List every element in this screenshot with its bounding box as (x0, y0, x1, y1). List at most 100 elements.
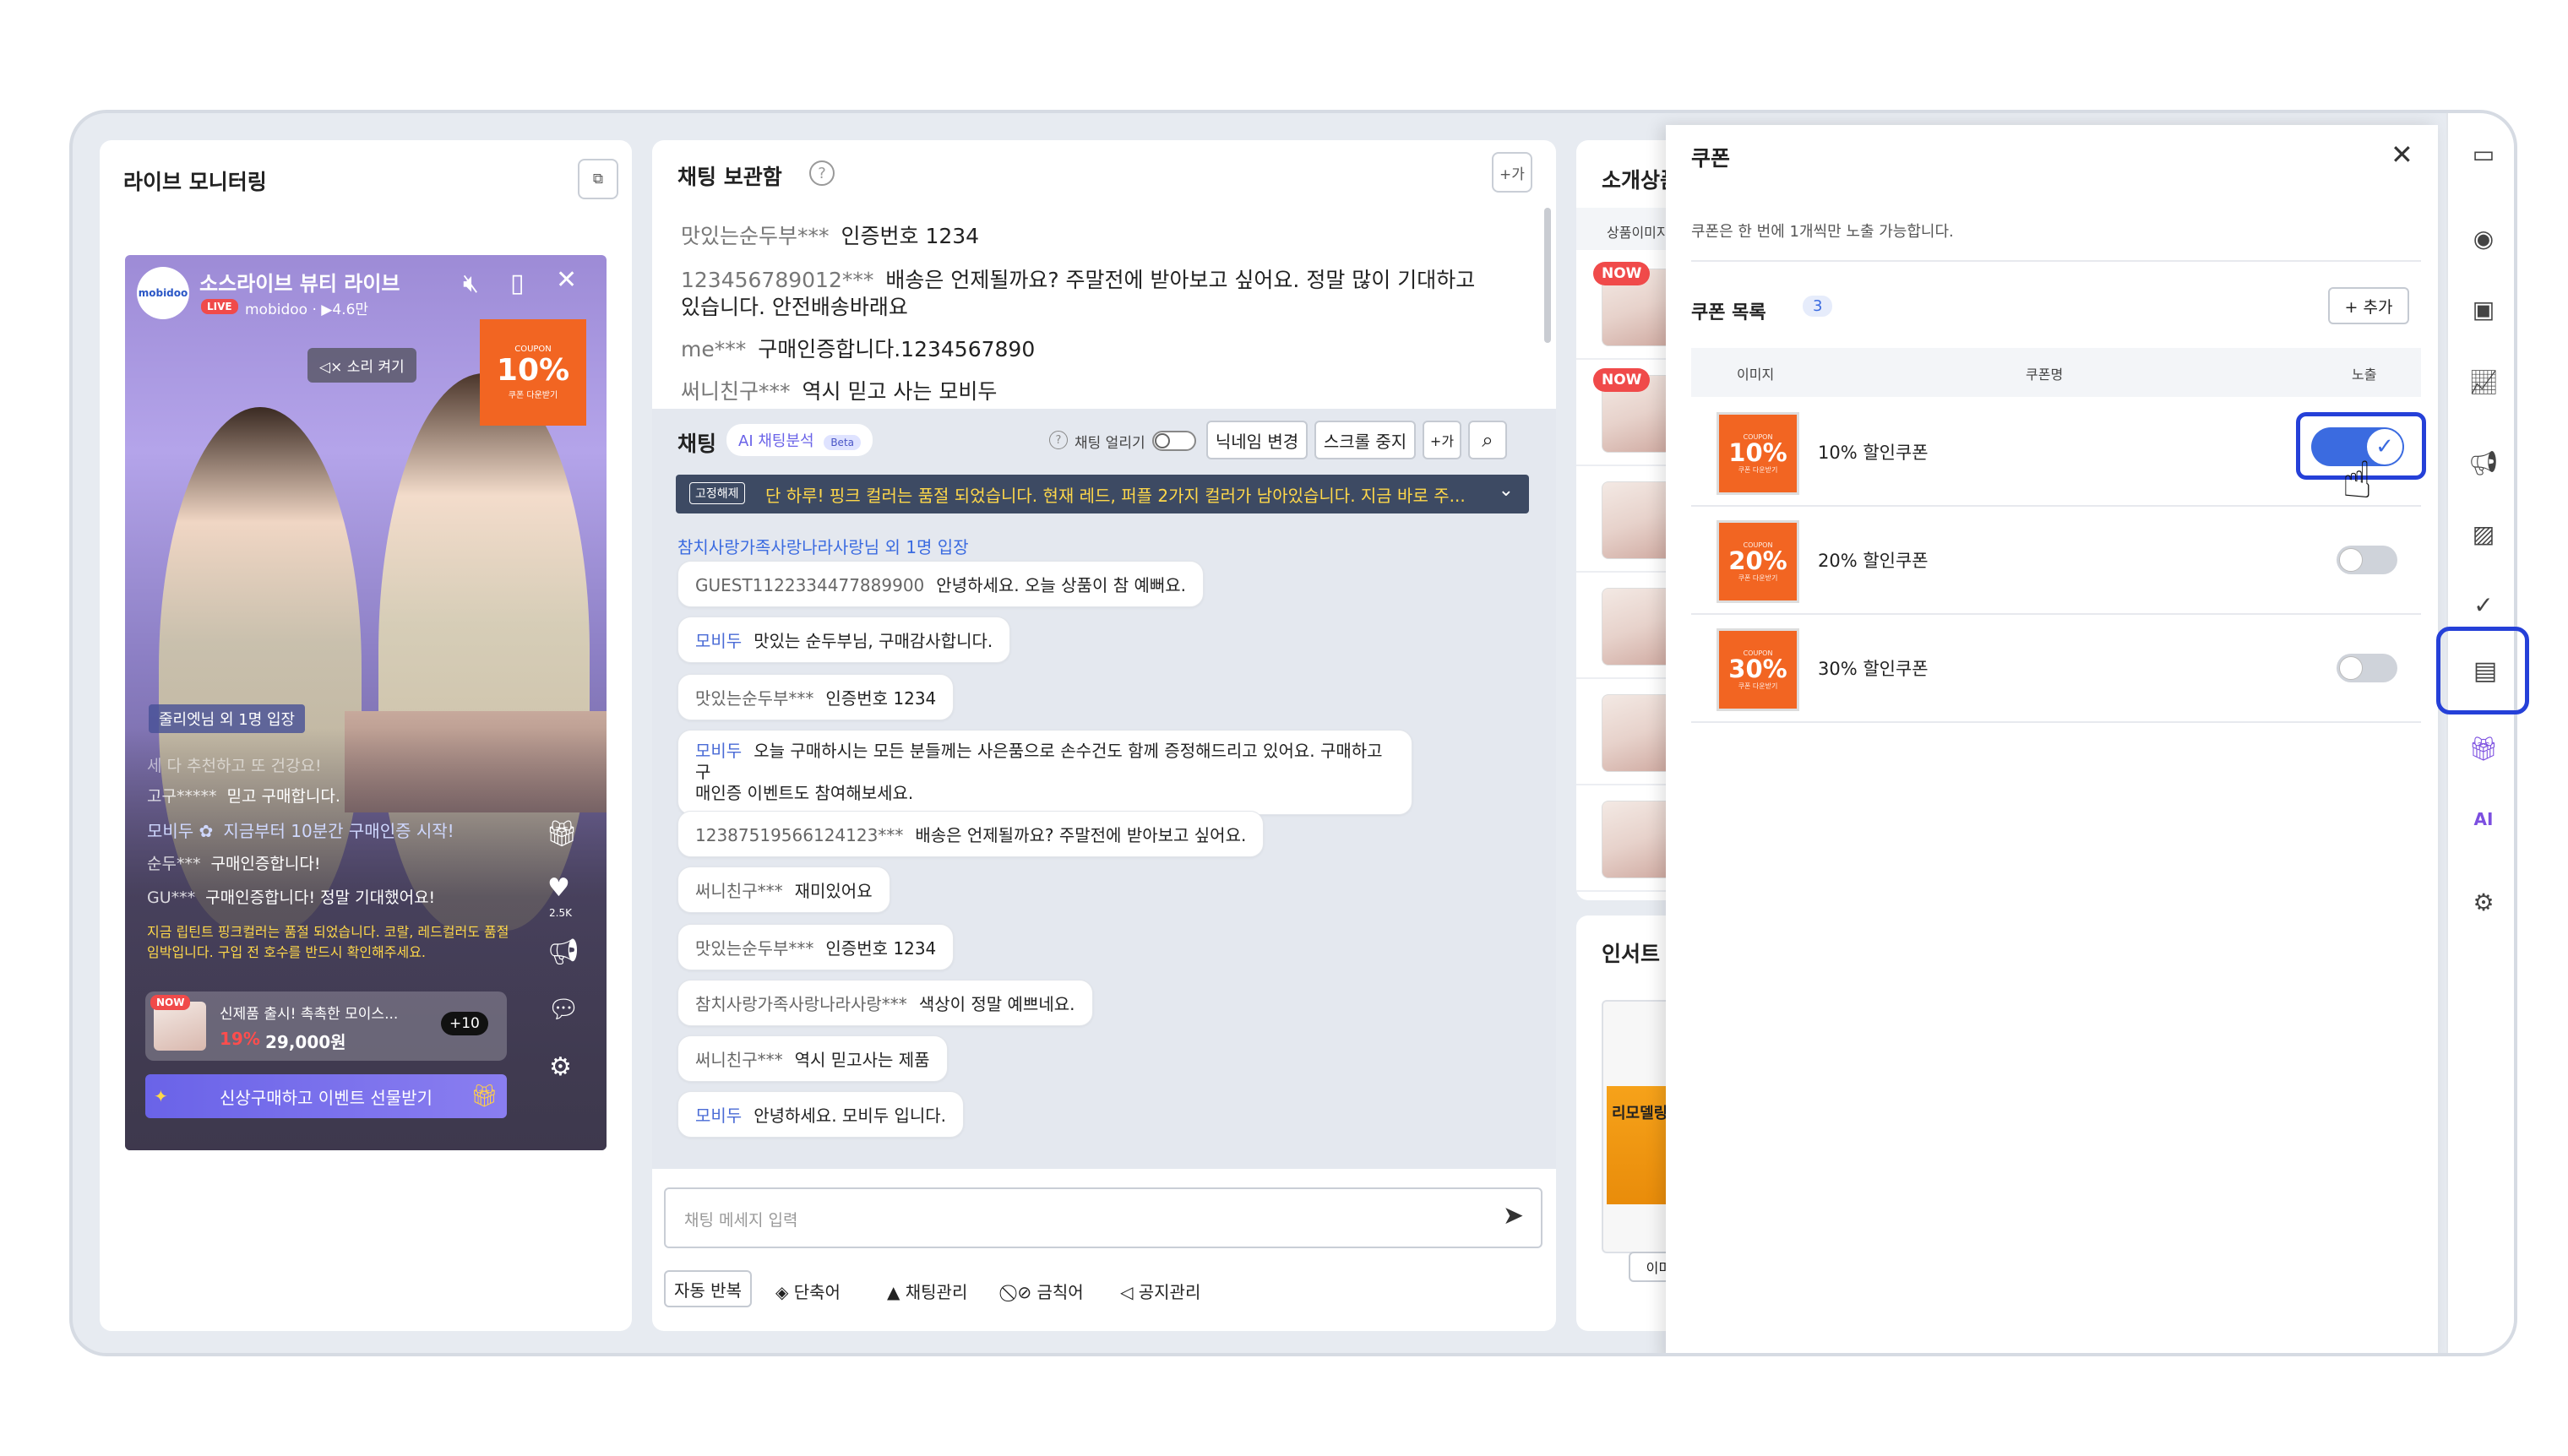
coupon-icon[interactable]: ▤ (2465, 654, 2505, 687)
chat-tool-notice[interactable]: ◁ 공지관리 (1120, 1279, 1200, 1303)
freeze-toggle[interactable] (1152, 431, 1196, 451)
chat-message[interactable]: 써니친구*** 재미있어요 (677, 867, 890, 913)
more-products-badge[interactable]: +10 (441, 1012, 488, 1035)
gift-icon[interactable]: 🎁︎ (546, 819, 578, 849)
pinned-text: 단 하루! 핑크 컬러는 품절 되었습니다. 현재 레드, 퍼플 2가지 컬러가… (765, 486, 1466, 506)
chevron-down-icon[interactable]: ⌄ (1499, 480, 1514, 501)
event-banner-label: 신상구매하고 이벤트 선물받기 (220, 1087, 433, 1108)
megaphone-icon[interactable]: 📢︎ (547, 937, 579, 967)
expose-toggle[interactable] (2337, 654, 2397, 682)
add-coupon-button[interactable]: + 추가 (2328, 287, 2409, 324)
gift-icon[interactable]: 🎁︎ (2467, 731, 2500, 765)
coupon-title: 쿠폰 (1691, 146, 1731, 171)
archive-line: 있습니다. 안전배송바래요 (681, 295, 908, 319)
chat-message[interactable]: 참치사랑가족사랑나라사랑*** 색상이 정말 예쁘네요. (677, 980, 1093, 1026)
chat-input-placeholder: 채팅 메세지 입력 (684, 1211, 798, 1230)
chat-message[interactable]: 써니친구*** 역시 믿고사는 제품 (677, 1035, 948, 1082)
heart-icon[interactable]: ♥ (547, 873, 570, 903)
send-icon[interactable]: ➤ (1503, 1201, 1524, 1231)
unpin-tag[interactable]: 고정해제 (689, 482, 745, 504)
settings-icon[interactable]: ⚙ (549, 1052, 572, 1082)
image-icon[interactable]: ▨ (2467, 517, 2500, 551)
expose-toggle[interactable] (2337, 546, 2397, 574)
archive-line: 맛있는순두부*** 인증번호 1234 (681, 224, 980, 248)
close-icon[interactable]: ✕ (2391, 139, 2413, 171)
sound-on-button[interactable]: ◁× 소리 켜기 (307, 348, 416, 383)
mute-icon[interactable]: 🔇︎ (463, 269, 479, 298)
manage-icon: ▲ (887, 1282, 906, 1302)
chat-tool-manage[interactable]: ▲ 채팅관리 (887, 1279, 967, 1303)
coupon-name: 10% 할인쿠폰 (1818, 443, 1929, 463)
coupon-overlay[interactable]: COUPON 10% 쿠폰 다운받기 (480, 319, 586, 426)
coupon-overlay-percent: 10% (496, 353, 570, 388)
settings-icon[interactable]: ⚙ (2467, 885, 2500, 919)
popout-icon[interactable]: ⧉ (578, 159, 618, 199)
chat-section: 채팅 AI 채팅분석 Beta ? 채팅 얼리기 닉네임 변경 스크롤 중지 +… (652, 409, 1556, 1169)
live-badge: LIVE (201, 299, 238, 314)
archive-scrollbar[interactable] (1544, 208, 1551, 343)
pinned-notice[interactable]: 고정해제 단 하루! 핑크 컬러는 품절 되었습니다. 현재 레드, 퍼플 2가… (676, 475, 1529, 513)
notice-icon: ◁ (1120, 1282, 1139, 1302)
live-video: mobidoo 소스라이브 뷰티 라이브 LIVE mobidoo · ▶4.6… (125, 255, 607, 1150)
chat-message[interactable]: 맛있는순두부*** 인증번호 1234 (677, 924, 955, 970)
close-icon[interactable]: ✕ (556, 265, 577, 295)
chat-message[interactable]: 모비두 맛있는 순두부님, 구매감사합니다. (677, 617, 1011, 663)
shortcut-icon: ◈ (775, 1282, 794, 1302)
chat-message[interactable]: GUEST1122334477889900 안녕하세요. 오늘 상품이 참 예뻐요… (677, 561, 1205, 607)
ban-icon: ⃠ ⊘ (1012, 1282, 1037, 1302)
channel-name: 소스라이브 뷰티 라이브 (199, 272, 400, 296)
freeze-help-icon: ? (1049, 431, 1068, 449)
event-banner[interactable]: ✦ 신상구매하고 이벤트 선물받기 🎁︎ (145, 1074, 507, 1118)
video-icon[interactable]: ▣ (2467, 292, 2500, 326)
broadcast-icon[interactable]: ◉ (2467, 221, 2500, 255)
coupon-name: 30% 할인쿠폰 (1818, 659, 1929, 679)
product-now-badge: NOW (150, 995, 191, 1010)
chat-archive-title: 채팅 보관함 (677, 165, 782, 189)
search-icon[interactable]: ⌕ (1468, 421, 1507, 459)
chat-title: 채팅 (677, 432, 717, 456)
chat-tool-banned[interactable]: ⃠ ⊘ 금칙어 (1012, 1279, 1084, 1303)
product-card[interactable]: NOW 신제품 출시! 촉촉한 모이스... 19% 29,000원 +10 (145, 991, 507, 1061)
font-size-button[interactable]: +가 (1423, 421, 1461, 459)
coupon-row[interactable]: COUPON 10% 쿠폰 다운받기 10% 할인쿠폰 ✓ ☝ (1691, 399, 2426, 510)
scroll-stop-button[interactable]: 스크롤 중지 (1314, 421, 1416, 459)
monitor-icon[interactable]: ▭ (2467, 137, 2500, 171)
chat-panel: 채팅 보관함 ? +가 맛있는순두부*** 인증번호 1234 123456789… (652, 140, 1556, 1331)
ai-analysis-chip[interactable]: AI 채팅분석 Beta (726, 424, 873, 456)
channel-logo: mobidoo (137, 267, 189, 319)
app-frame: 라이브 모니터링 ⧉ mobidoo 소스라이브 뷰티 라이브 LIVE mob… (69, 110, 2517, 1356)
coupon-row[interactable]: COUPON 30% 쿠폰 다운받기 30% 할인쿠폰 (1691, 615, 2421, 723)
check-icon[interactable]: ✓ (2467, 588, 2500, 622)
video-chat-line: 세 다 추천하고 또 건강요! (147, 757, 322, 775)
chat-message[interactable]: 12387519566124123*** 배송은 언제될까요? 주말전에 받아보고… (677, 811, 1265, 857)
archive-line: 써니친구*** 역시 믿고 사는 모비두 (681, 379, 998, 404)
help-icon[interactable]: ? (809, 160, 835, 186)
insert-title: 인서트 (1602, 942, 1661, 966)
chat-message[interactable]: 맛있는순두부*** 인증번호 1234 (677, 674, 955, 720)
coupon-thumb: COUPON 10% 쿠폰 다운받기 (1717, 412, 1799, 495)
chat-input-box[interactable]: 채팅 메세지 입력 ➤ (664, 1187, 1542, 1248)
stats-icon[interactable]: 📈︎ (2467, 365, 2500, 399)
archive-line: 123456789012*** 배송은 언제될까요? 주말전에 받아보고 싶어요.… (681, 268, 1476, 292)
chat-message[interactable]: 모비두 안녕하세요. 모비두 입니다. (677, 1091, 965, 1138)
coupon-name: 20% 할인쿠폰 (1818, 551, 1929, 571)
like-count: 2.5K (549, 907, 572, 919)
col-expose: 노출 (2352, 367, 2377, 383)
coupon-row[interactable]: COUPON 20% 쿠폰 다운받기 20% 할인쿠폰 (1691, 507, 2421, 615)
megaphone-icon[interactable]: 📢︎ (2467, 446, 2500, 480)
chat-message[interactable]: 모비두 오늘 구매하시는 모든 분들께는 사은품으로 손수건도 함께 증정해드리고… (677, 730, 1412, 815)
channel-meta: mobidoo · ▶4.6만 (245, 302, 369, 318)
font-size-button[interactable]: +가 (1492, 152, 1532, 193)
auto-repeat-button[interactable]: 자동 반복 (664, 1270, 752, 1307)
coupon-list-title: 쿠폰 목록 (1691, 302, 1766, 323)
ai-icon[interactable]: AI (2467, 802, 2500, 836)
video-chat-line: 모비두 ✿ 지금부터 10분간 구매인증 시작! (147, 821, 454, 841)
chat-bubble-icon[interactable]: 💬︎ (547, 995, 579, 1024)
coupon-thumb: COUPON 20% 쿠폰 다운받기 (1717, 520, 1799, 603)
sparkle-icon: ✦ (154, 1086, 168, 1106)
coupon-table-header: 이미지 쿠폰명 노출 (1691, 348, 2421, 397)
live-monitor-panel: 라이브 모니터링 ⧉ mobidoo 소스라이브 뷰티 라이브 LIVE mob… (100, 140, 632, 1331)
bookmark-icon[interactable]: ▯ (510, 269, 525, 298)
chat-tool-shortcut[interactable]: ◈ 단축어 (775, 1279, 841, 1303)
nickname-change-button[interactable]: 닉네임 변경 (1206, 421, 1308, 459)
